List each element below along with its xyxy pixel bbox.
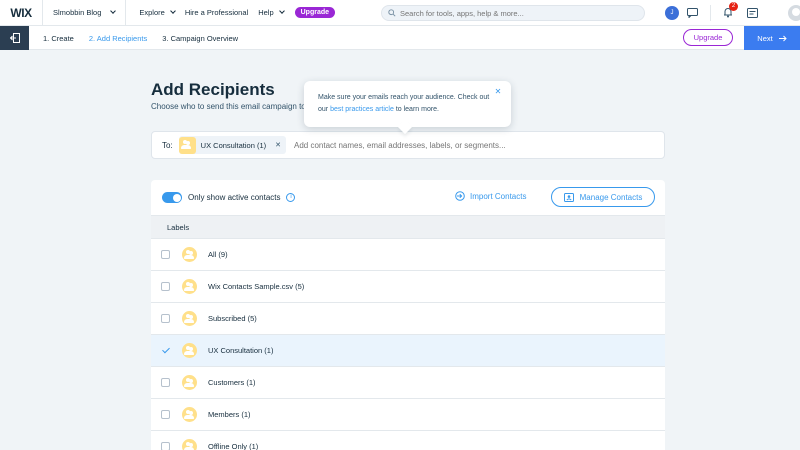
panel-header: Only show active contacts i Import Conta… xyxy=(151,180,665,215)
best-practices-link[interactable]: best practices article xyxy=(330,106,394,113)
label-row[interactable]: Offline Only (1) xyxy=(151,431,665,450)
row-checkbox[interactable] xyxy=(161,410,170,419)
row-checkbox[interactable] xyxy=(161,314,170,323)
contacts-card-icon xyxy=(563,192,574,202)
label-row[interactable]: All (9) xyxy=(151,239,665,271)
row-label: Wix Contacts Sample.csv (5) xyxy=(208,282,305,291)
info-icon[interactable]: i xyxy=(286,193,296,202)
to-label: To: xyxy=(162,140,173,150)
label-row[interactable]: UX Consultation (1) xyxy=(151,335,665,367)
upgrade-button[interactable]: Upgrade xyxy=(683,29,733,46)
recipient-chip: UX Consultation (1) ✕ xyxy=(178,136,286,154)
best-practices-tooltip: Make sure your emails reach your audienc… xyxy=(304,81,511,127)
site-name: Slmobbin Blog xyxy=(53,8,102,17)
wix-logo[interactable]: WIX xyxy=(0,0,43,26)
row-checkbox[interactable] xyxy=(161,282,170,291)
import-icon xyxy=(455,191,465,201)
next-button[interactable]: Next xyxy=(744,26,800,50)
step-create[interactable]: 1. Create xyxy=(43,34,74,43)
site-selector[interactable]: Slmobbin Blog xyxy=(43,0,127,26)
manage-contacts-button[interactable]: Manage Contacts xyxy=(551,187,655,207)
page-title: Add Recipients xyxy=(151,80,275,99)
tooltip-text-end: to learn more. xyxy=(393,106,440,113)
notification-badge: 2 xyxy=(729,1,738,11)
row-checkbox[interactable] xyxy=(161,378,170,387)
page-subtitle: Choose who to send this email campaign t… xyxy=(151,102,308,111)
contacts-group-icon xyxy=(182,247,197,262)
nav-explore-label: Explore xyxy=(139,8,165,17)
step-list: 1. Create 2. Add Recipients 3. Campaign … xyxy=(43,26,238,50)
row-label: Members (1) xyxy=(208,410,251,419)
nav-help[interactable]: Help xyxy=(253,8,288,17)
divider xyxy=(710,5,711,21)
recipients-field[interactable]: To: UX Consultation (1) ✕ xyxy=(151,131,665,159)
contacts-group-icon xyxy=(178,136,196,154)
row-label: Offline Only (1) xyxy=(208,442,259,450)
labels-panel: Only show active contacts i Import Conta… xyxy=(151,180,665,450)
contacts-group-icon xyxy=(182,311,197,326)
account-avatar[interactable]: J xyxy=(665,6,679,20)
active-contacts-toggle[interactable] xyxy=(162,192,182,203)
search-icon xyxy=(388,9,396,17)
nav-help-label: Help xyxy=(258,8,274,17)
row-label: Customers (1) xyxy=(208,378,256,387)
manage-contacts-label: Manage Contacts xyxy=(579,192,643,202)
step-campaign-overview[interactable]: 3. Campaign Overview xyxy=(162,34,238,43)
announcements-icon[interactable] xyxy=(747,8,758,18)
contacts-group-icon xyxy=(182,375,197,390)
step-add-recipients[interactable]: 2. Add Recipients xyxy=(89,34,147,43)
user-avatar[interactable] xyxy=(788,5,800,21)
chevron-down-icon xyxy=(169,8,176,14)
arrow-right-icon xyxy=(778,35,787,41)
row-checkbox[interactable] xyxy=(161,442,170,450)
back-button[interactable] xyxy=(0,26,29,50)
import-contacts-button[interactable]: Import Contacts xyxy=(455,191,526,201)
nav-explore[interactable]: Explore xyxy=(134,8,179,17)
close-icon[interactable]: ✕ xyxy=(493,87,503,97)
row-label: All (9) xyxy=(208,250,228,259)
search-input[interactable] xyxy=(400,8,620,18)
row-label: Subscribed (5) xyxy=(208,314,257,323)
contacts-group-icon xyxy=(182,279,197,294)
labels-list: All (9) Wix Contacts Sample.csv (5) Subs… xyxy=(151,239,665,450)
chevron-down-icon xyxy=(110,8,117,14)
step-bar: 1. Create 2. Add Recipients 3. Campaign … xyxy=(0,26,800,50)
nav-hire-professional[interactable]: Hire a Professional xyxy=(180,8,253,17)
row-checkbox[interactable] xyxy=(161,346,170,355)
contacts-group-icon xyxy=(182,343,197,358)
next-label: Next xyxy=(757,33,773,43)
contacts-group-icon xyxy=(182,439,197,450)
label-row[interactable]: Subscribed (5) xyxy=(151,303,665,335)
upgrade-pill-button[interactable]: Upgrade xyxy=(294,7,336,18)
label-row[interactable]: Members (1) xyxy=(151,399,665,431)
row-checkbox[interactable] xyxy=(161,250,170,259)
contacts-group-icon xyxy=(182,407,197,422)
chat-icon[interactable] xyxy=(687,8,698,18)
exit-icon xyxy=(9,33,20,43)
recipient-chip-label: UX Consultation (1) xyxy=(200,140,267,150)
row-label: UX Consultation (1) xyxy=(208,346,274,355)
remove-chip-icon[interactable]: ✕ xyxy=(275,141,281,149)
top-right-tools: J 2 xyxy=(665,0,800,26)
top-bar: WIX Slmobbin Blog Explore Hire a Profess… xyxy=(0,0,800,26)
search-box[interactable] xyxy=(381,5,645,21)
import-contacts-label: Import Contacts xyxy=(470,191,527,201)
recipients-input[interactable] xyxy=(294,140,594,150)
toggle-label: Only show active contacts xyxy=(188,193,281,202)
label-row[interactable]: Wix Contacts Sample.csv (5) xyxy=(151,271,665,303)
chevron-down-icon xyxy=(278,8,285,14)
notifications-button[interactable]: 2 xyxy=(723,1,738,20)
label-row[interactable]: Customers (1) xyxy=(151,367,665,399)
nav-hire-label: Hire a Professional xyxy=(184,8,249,17)
labels-column-header: Labels xyxy=(151,215,665,239)
